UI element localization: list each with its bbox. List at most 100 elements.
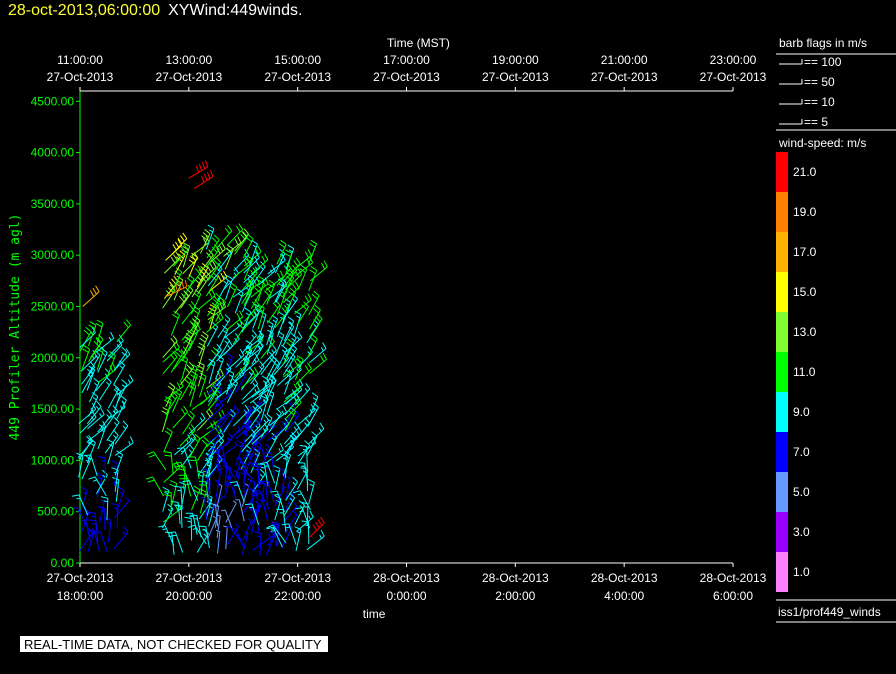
barb-flag: [170, 256, 176, 264]
barb-flag: [207, 224, 215, 230]
barb-flag: [121, 384, 126, 388]
legend-color-label: 17.0: [793, 245, 817, 259]
barb-flag: [170, 337, 176, 345]
barb-flag: [189, 410, 195, 417]
wind-barb: [197, 408, 214, 431]
legend-panel: barb flags in m/s == 100 == 50 == 10 == 5 win…: [776, 36, 896, 623]
barb-flag: [271, 344, 277, 351]
barb-flag: [303, 505, 308, 508]
wind-barb: [297, 264, 308, 290]
x-tick-label-time: 2:00:00: [495, 589, 535, 603]
barb-flag: [237, 236, 242, 244]
wind-barb: [97, 506, 106, 531]
barb-flag: [317, 519, 323, 526]
barb-flag: [119, 365, 124, 369]
legend-color-label: 9.0: [793, 405, 810, 419]
barb-flag: [122, 420, 129, 427]
barb-flag: [278, 311, 286, 317]
barb-flag: [99, 412, 102, 417]
barb-flag: [244, 483, 249, 487]
barb-flag: [296, 315, 301, 319]
barb-flag: [176, 447, 184, 450]
legend-color-label: 15.0: [793, 285, 817, 299]
wind-barb: [250, 253, 269, 275]
barb-flag: [122, 531, 127, 536]
barb-flag: [264, 290, 270, 297]
barb-flag: [210, 363, 215, 367]
y-axis-label: 449 Profiler Altitude (m agl): [8, 214, 23, 441]
legend-color-swatch: [776, 392, 788, 432]
barb-flag: [258, 365, 263, 370]
x-tick-top-label-time: 23:00:00: [710, 53, 757, 67]
barb-flag: [211, 349, 217, 356]
x-tick-label-date: 28-Oct-2013: [373, 571, 440, 585]
barb-flag: [319, 422, 325, 430]
barb-flag: [230, 282, 238, 288]
barb-flag: [235, 225, 241, 233]
barb-flag: [111, 460, 119, 465]
barb-flag: [147, 479, 155, 483]
barb-flag: [90, 528, 95, 531]
barb-flag: [164, 451, 172, 454]
barb-flag: [290, 332, 297, 339]
barb-flag: [212, 326, 217, 331]
barb-flag: [177, 508, 182, 511]
barb-flag: [297, 493, 302, 496]
wind-barb: [177, 464, 186, 490]
barb-flag: [294, 414, 298, 419]
barb-flag: [172, 335, 178, 342]
wind-barb: [227, 282, 238, 308]
barb-flag: [208, 408, 214, 415]
wind-barb: [297, 404, 316, 426]
barb-flag: [175, 284, 178, 292]
barb-flag: [221, 509, 226, 512]
barb-flag: [278, 242, 286, 248]
barb-shaft: [99, 501, 105, 524]
plot-axes: 0.00 500.00 1000.00 1500.00 2000.00 2500.00 30…: [8, 36, 767, 621]
barb-flag: [297, 331, 303, 338]
y-tick-label: 4500.00: [31, 94, 75, 108]
x-tick-top-label-time: 13:00:00: [165, 53, 212, 67]
barb-flag: [167, 385, 174, 391]
barb-flag: [224, 227, 230, 234]
barb-flag: [280, 344, 288, 350]
legend-color-label: 13.0: [793, 325, 817, 339]
legend-barb-row: == 10: [779, 95, 835, 109]
barb-flag: [93, 377, 100, 383]
wind-barb: [309, 352, 327, 374]
barb-flag: [195, 368, 203, 373]
y-tick-label: 3500.00: [31, 197, 75, 211]
barb-flag: [265, 448, 270, 453]
barb-flag: [293, 511, 298, 516]
wind-barb: [83, 454, 98, 477]
barb-flag: [100, 510, 105, 513]
legend-barb-label: == 50: [804, 75, 835, 89]
wind-barb: [179, 424, 196, 447]
barb-flag: [121, 351, 126, 356]
barb-flag: [226, 275, 233, 280]
barb-flag: [304, 524, 309, 527]
barb-flag: [322, 352, 327, 360]
barb-flag: [92, 479, 98, 482]
y-tick-label: 0.00: [51, 556, 75, 570]
barb-flag: [188, 449, 193, 453]
barb-shaft: [225, 503, 237, 523]
legend-barb-label: == 5: [804, 115, 828, 129]
barb-flag: [266, 413, 273, 419]
barb-flag: [276, 272, 281, 280]
barb-flag: [310, 337, 317, 343]
barb-flag: [83, 329, 90, 336]
barb-flag: [102, 353, 106, 357]
legend-color-swatch: [776, 312, 788, 352]
y-tick-label: 1000.00: [31, 453, 75, 467]
barb-flag: [273, 465, 281, 469]
barb-flag: [256, 492, 261, 495]
legend-barb-row: == 100: [779, 55, 842, 69]
barb-flag: [311, 334, 318, 340]
barb-flag: [292, 476, 298, 483]
barb-flag: [253, 367, 259, 374]
barb-shaft: [228, 477, 237, 499]
x-axis-label-bottom: time: [363, 607, 386, 621]
barb-flag: [318, 427, 322, 432]
barb-flag: [95, 405, 100, 410]
